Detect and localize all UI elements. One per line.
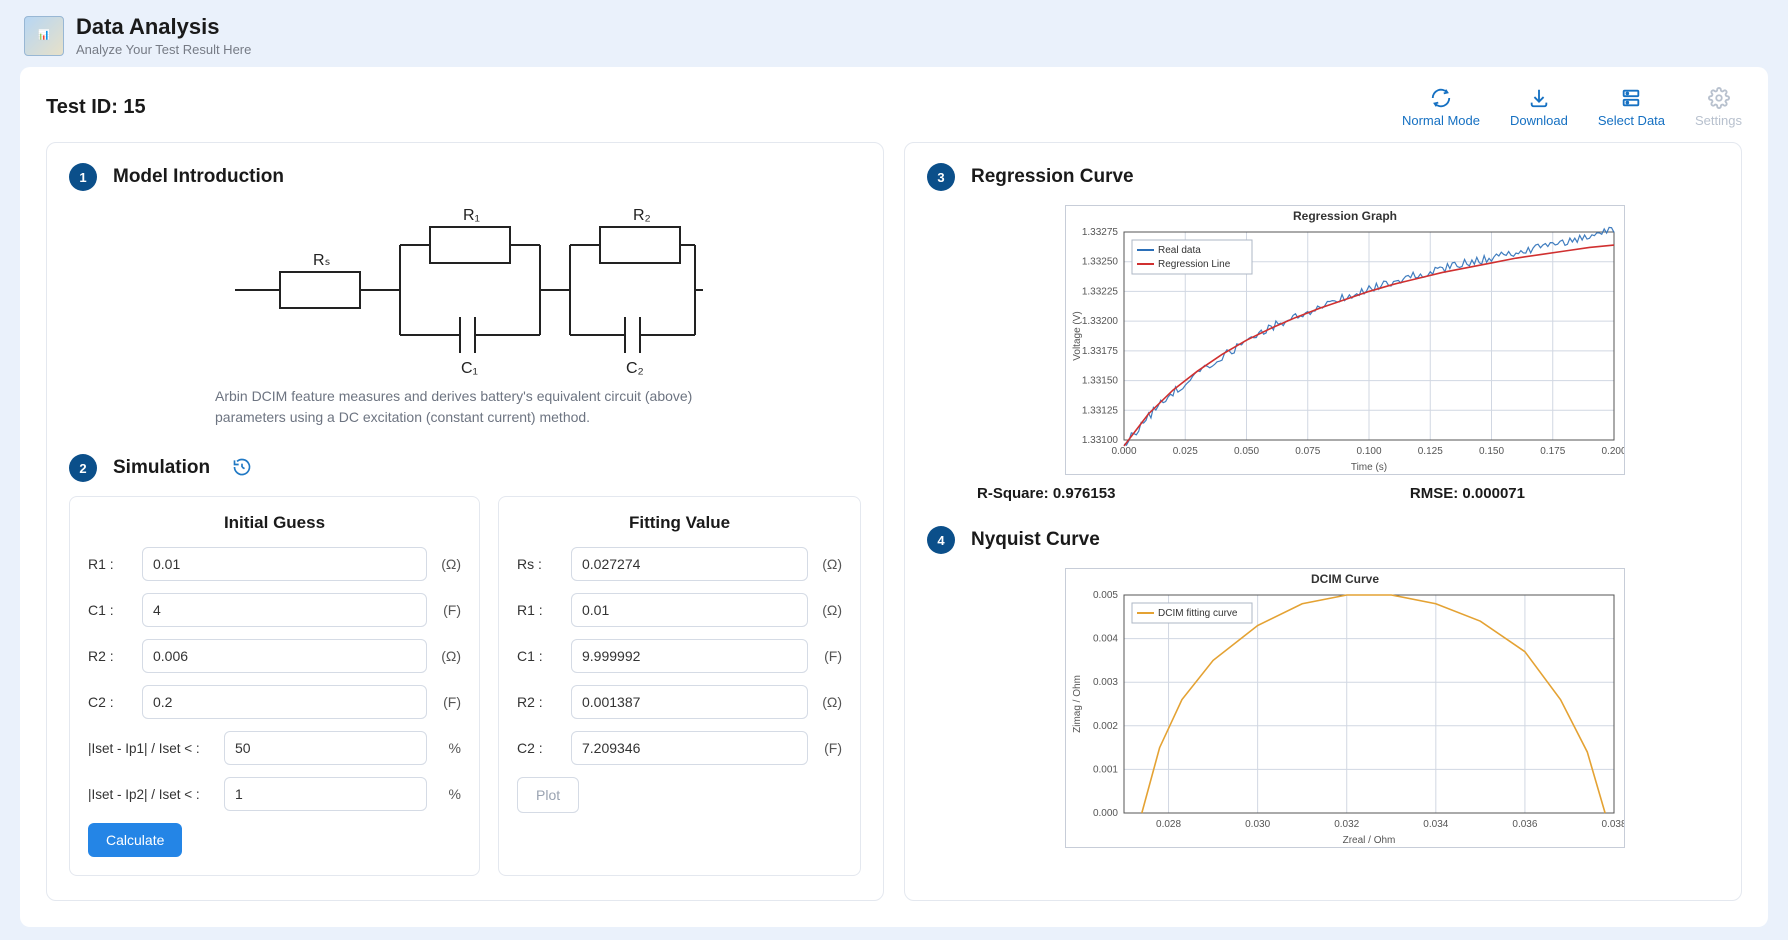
svg-text:C₁: C₁	[461, 360, 478, 375]
test-id-label: Test ID: 15	[46, 96, 146, 119]
svg-text:C₂: C₂	[626, 360, 644, 375]
fitting-c1-input[interactable]	[571, 639, 808, 673]
initial-guess-title: Initial Guess	[88, 513, 461, 533]
circuit-diagram: Rₛ R₁ R₂ C₁ C₂ Arbin DCIM feature measur…	[69, 205, 861, 428]
svg-text:0.003: 0.003	[1093, 677, 1118, 688]
svg-text:1.33150: 1.33150	[1082, 376, 1119, 387]
section-1-title: Model Introduction	[113, 166, 284, 188]
settings-button[interactable]: Settings	[1695, 87, 1742, 128]
regression-chart: Regression Graph 0.000 0.025 0.050 0.075 0.10…	[1065, 205, 1625, 475]
svg-text:1.33225: 1.33225	[1082, 286, 1119, 297]
svg-text:0.028: 0.028	[1156, 819, 1181, 830]
svg-text:0.001: 0.001	[1093, 764, 1118, 775]
nyquist-chart: DCIM Curve 0.028 0.030 0.032 0.034 0.036 0.038…	[1065, 568, 1625, 848]
svg-text:0.175: 0.175	[1540, 446, 1565, 457]
svg-text:Zimag / Ohm: Zimag / Ohm	[1072, 675, 1083, 733]
svg-text:0.050: 0.050	[1234, 446, 1259, 457]
initial-c1-input[interactable]	[142, 593, 427, 627]
section-2-title: Simulation	[113, 457, 210, 479]
svg-text:Voltage (V): Voltage (V)	[1072, 311, 1083, 360]
svg-text:Regression Line: Regression Line	[1158, 259, 1231, 270]
svg-text:0.000: 0.000	[1093, 808, 1118, 819]
svg-text:0.025: 0.025	[1173, 446, 1198, 457]
fitting-rs-input[interactable]	[571, 547, 808, 581]
svg-text:0.004: 0.004	[1093, 634, 1118, 645]
initial-guess-card: Initial Guess R1 : (Ω) C1 : (F) R2 :	[69, 496, 480, 876]
section-3-title: Regression Curve	[971, 166, 1134, 188]
svg-text:0.005: 0.005	[1093, 590, 1118, 601]
svg-text:0.034: 0.034	[1423, 819, 1448, 830]
svg-text:DCIM Curve: DCIM Curve	[1311, 572, 1379, 586]
svg-text:Rₛ: Rₛ	[313, 252, 331, 269]
svg-text:0.075: 0.075	[1295, 446, 1320, 457]
svg-text:1.33250: 1.33250	[1082, 257, 1119, 268]
svg-text:Regression Graph: Regression Graph	[1293, 209, 1397, 223]
svg-text:0.150: 0.150	[1479, 446, 1504, 457]
initial-r1-input[interactable]	[142, 547, 427, 581]
section-4-badge: 4	[927, 526, 955, 554]
section-2-badge: 2	[69, 454, 97, 482]
refresh-icon	[1430, 87, 1452, 109]
topbar-actions: Normal Mode Download Select Data Setting…	[1402, 87, 1742, 128]
svg-text:0.032: 0.032	[1334, 819, 1359, 830]
svg-text:Time (s): Time (s)	[1351, 462, 1387, 473]
app-title: Data Analysis	[76, 14, 251, 40]
svg-text:R₂: R₂	[633, 207, 651, 224]
svg-text:0.200: 0.200	[1601, 446, 1624, 457]
fitting-value-card: Fitting Value Rs : (Ω) R1 : (Ω) C1 :	[498, 496, 861, 876]
app-logo-icon: 📊	[24, 16, 64, 56]
select-data-button[interactable]: Select Data	[1598, 87, 1665, 128]
fitting-r2-input[interactable]	[571, 685, 808, 719]
initial-tol2-input[interactable]	[224, 777, 427, 811]
app-header: 📊 Data Analysis Analyze Your Test Result…	[0, 0, 1788, 67]
svg-text:1.33200: 1.33200	[1082, 316, 1119, 327]
fitting-r1-input[interactable]	[571, 593, 808, 627]
initial-r2-input[interactable]	[142, 639, 427, 673]
svg-text:DCIM fitting curve: DCIM fitting curve	[1158, 608, 1238, 619]
fitting-c2-input[interactable]	[571, 731, 808, 765]
history-icon[interactable]	[232, 457, 252, 480]
plot-button[interactable]: Plot	[517, 777, 579, 813]
svg-text:0.000: 0.000	[1111, 446, 1136, 457]
svg-text:Zreal / Ohm: Zreal / Ohm	[1343, 835, 1396, 846]
select-data-icon	[1620, 87, 1642, 109]
section-3-badge: 3	[927, 163, 955, 191]
left-panel: 1 Model Introduction	[46, 142, 884, 901]
fitting-value-title: Fitting Value	[517, 513, 842, 533]
svg-text:1.33175: 1.33175	[1082, 346, 1119, 357]
right-panel: 3 Regression Curve Regression Graph 0.000…	[904, 142, 1742, 901]
normal-mode-button[interactable]: Normal Mode	[1402, 87, 1480, 128]
svg-text:1.33125: 1.33125	[1082, 405, 1119, 416]
svg-text:0.030: 0.030	[1245, 819, 1270, 830]
download-button[interactable]: Download	[1510, 87, 1568, 128]
download-icon	[1528, 87, 1550, 109]
r-square-label: R-Square: 0.976153	[977, 485, 1115, 502]
rmse-label: RMSE: 0.000071	[1410, 485, 1525, 502]
initial-tol1-input[interactable]	[224, 731, 427, 765]
circuit-description: Arbin DCIM feature measures and derives …	[215, 386, 715, 428]
svg-text:0.038: 0.038	[1601, 819, 1624, 830]
section-1-badge: 1	[69, 163, 97, 191]
app-subtitle: Analyze Your Test Result Here	[76, 42, 251, 57]
svg-text:0.125: 0.125	[1418, 446, 1443, 457]
initial-c2-input[interactable]	[142, 685, 427, 719]
svg-text:0.100: 0.100	[1356, 446, 1381, 457]
section-4-title: Nyquist Curve	[971, 529, 1100, 551]
calculate-button[interactable]: Calculate	[88, 823, 182, 857]
svg-text:1.33275: 1.33275	[1082, 227, 1119, 238]
svg-text:R₁: R₁	[463, 207, 480, 224]
gear-icon	[1708, 87, 1730, 109]
svg-text:1.33100: 1.33100	[1082, 435, 1119, 446]
svg-text:0.036: 0.036	[1512, 819, 1537, 830]
svg-text:Real data: Real data	[1158, 245, 1201, 256]
svg-text:0.002: 0.002	[1093, 721, 1118, 732]
